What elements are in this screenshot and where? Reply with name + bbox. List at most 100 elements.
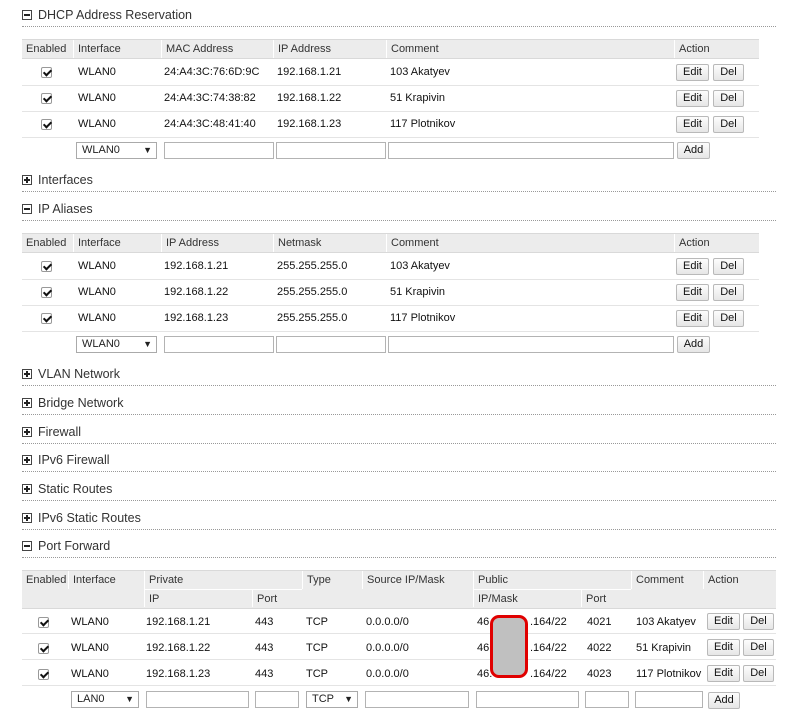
netmask-input[interactable] xyxy=(276,336,386,353)
comment-value: 51 Krapivin xyxy=(390,92,446,104)
edit-button[interactable]: Edit xyxy=(707,639,740,656)
source-value: 0.0.0.0/0 xyxy=(366,616,409,628)
row-divider xyxy=(22,633,776,634)
netmask-value: 255.255.255.0 xyxy=(277,286,348,298)
enabled-checkbox[interactable] xyxy=(38,669,49,680)
interface-select[interactable]: WLAN0 ▼ xyxy=(76,142,157,159)
subheader-ip-mask: IP/Mask xyxy=(473,589,581,607)
public-ip-input[interactable] xyxy=(476,691,579,708)
public-ip-suffix: .164/22 xyxy=(530,668,567,680)
subheader-ip: IP xyxy=(144,589,252,607)
source-input[interactable] xyxy=(365,691,469,708)
edit-button[interactable]: Edit xyxy=(707,613,740,630)
collapse-icon[interactable] xyxy=(22,541,32,551)
ip-value: 192.168.1.21 xyxy=(277,66,342,78)
expand-icon[interactable] xyxy=(22,369,32,379)
row-divider xyxy=(22,685,776,686)
del-button[interactable]: Del xyxy=(713,64,744,81)
del-button[interactable]: Del xyxy=(743,665,774,682)
section-port-forward[interactable]: Port Forward xyxy=(22,539,110,553)
public-port-input[interactable] xyxy=(585,691,629,708)
edit-button[interactable]: Edit xyxy=(676,64,709,81)
ip-value: 192.168.1.22 xyxy=(164,286,229,298)
expand-icon[interactable] xyxy=(22,455,32,465)
ip-input[interactable] xyxy=(164,336,274,353)
edit-button[interactable]: Edit xyxy=(707,665,740,682)
section-ip-aliases[interactable]: IP Aliases xyxy=(22,202,93,216)
header-mac: MAC Address xyxy=(161,40,273,58)
del-button[interactable]: Del xyxy=(743,639,774,656)
del-button[interactable]: Del xyxy=(713,116,744,133)
section-title: IP Aliases xyxy=(38,202,93,216)
public-port-value: 4023 xyxy=(587,668,612,680)
edit-button[interactable]: Edit xyxy=(676,284,709,301)
private-ip-input[interactable] xyxy=(146,691,249,708)
enabled-checkbox[interactable] xyxy=(41,67,52,78)
header-comment: Comment xyxy=(386,234,674,252)
comment-value: 103 Akatyev xyxy=(636,616,696,628)
expand-icon[interactable] xyxy=(22,513,32,523)
expand-icon[interactable] xyxy=(22,398,32,408)
section-ipv6-static-routes[interactable]: IPv6 Static Routes xyxy=(22,511,141,525)
enabled-checkbox[interactable] xyxy=(41,313,52,324)
select-value: LAN0 xyxy=(77,693,105,705)
section-ipv6-firewall[interactable]: IPv6 Firewall xyxy=(22,453,110,467)
divider xyxy=(22,557,776,559)
del-button[interactable]: Del xyxy=(713,258,744,275)
del-button[interactable]: Del xyxy=(713,310,744,327)
divider xyxy=(22,471,776,473)
public-ip-suffix: .164/22 xyxy=(530,642,567,654)
edit-button[interactable]: Edit xyxy=(676,258,709,275)
add-button[interactable]: Add xyxy=(708,692,740,709)
expand-icon[interactable] xyxy=(22,427,32,437)
comment-input[interactable] xyxy=(635,691,703,708)
private-port-input[interactable] xyxy=(255,691,299,708)
collapse-icon[interactable] xyxy=(22,204,32,214)
table-header: Enabled Interface IP Address Netmask Com… xyxy=(22,233,759,253)
collapse-icon[interactable] xyxy=(22,10,32,20)
public-port-value: 4021 xyxy=(587,616,612,628)
type-select[interactable]: TCP ▼ xyxy=(306,691,358,708)
ip-value: 192.168.1.23 xyxy=(164,312,229,324)
section-firewall[interactable]: Firewall xyxy=(22,425,81,439)
enabled-checkbox[interactable] xyxy=(41,119,52,130)
section-dhcp-reservation[interactable]: DHCP Address Reservation xyxy=(22,8,192,22)
del-button[interactable]: Del xyxy=(713,90,744,107)
section-static-routes[interactable]: Static Routes xyxy=(22,482,112,496)
section-interfaces[interactable]: Interfaces xyxy=(22,173,93,187)
enabled-checkbox[interactable] xyxy=(41,93,52,104)
section-bridge-network[interactable]: Bridge Network xyxy=(22,396,123,410)
edit-button[interactable]: Edit xyxy=(676,90,709,107)
del-button[interactable]: Del xyxy=(743,613,774,630)
mac-value: 24:A4:3C:76:6D:9C xyxy=(164,66,260,78)
add-button[interactable]: Add xyxy=(677,336,710,353)
header-interface: Interface xyxy=(73,234,161,252)
enabled-checkbox[interactable] xyxy=(38,643,49,654)
add-button[interactable]: Add xyxy=(677,142,710,159)
interface-select[interactable]: LAN0 ▼ xyxy=(71,691,139,708)
row-divider xyxy=(22,659,776,660)
row-divider xyxy=(22,111,759,112)
enabled-checkbox[interactable] xyxy=(41,261,52,272)
enabled-checkbox[interactable] xyxy=(38,617,49,628)
interface-select[interactable]: WLAN0 ▼ xyxy=(76,336,157,353)
interface-value: WLAN0 xyxy=(78,260,116,272)
private-port-value: 443 xyxy=(255,668,274,680)
edit-button[interactable]: Edit xyxy=(676,116,709,133)
comment-input[interactable] xyxy=(388,142,674,159)
row-divider xyxy=(22,331,759,332)
header-public: Public xyxy=(473,571,631,589)
table-header: Enabled Interface MAC Address IP Address… xyxy=(22,39,759,59)
section-title: Firewall xyxy=(38,425,82,439)
mac-input[interactable] xyxy=(164,142,274,159)
section-vlan-network[interactable]: VLAN Network xyxy=(22,367,120,381)
header-comment: Comment xyxy=(386,40,674,58)
comment-input[interactable] xyxy=(388,336,674,353)
del-button[interactable]: Del xyxy=(713,284,744,301)
expand-icon[interactable] xyxy=(22,175,32,185)
enabled-checkbox[interactable] xyxy=(41,287,52,298)
expand-icon[interactable] xyxy=(22,484,32,494)
divider xyxy=(22,414,776,416)
ip-input[interactable] xyxy=(276,142,386,159)
edit-button[interactable]: Edit xyxy=(676,310,709,327)
